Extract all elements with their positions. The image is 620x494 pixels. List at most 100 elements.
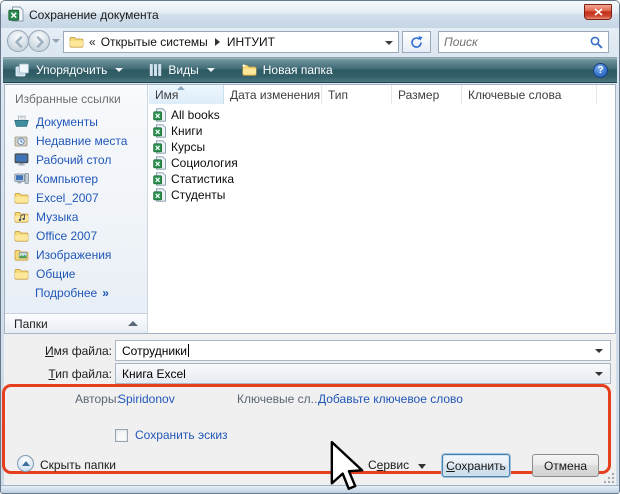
file-name-label: Имя файла: (32, 344, 112, 358)
chevron-down-icon[interactable] (595, 372, 603, 376)
views-menu-button[interactable]: Виды (143, 59, 220, 81)
search-input[interactable] (444, 33, 584, 51)
file-name: Курсы (171, 140, 205, 154)
organize-menu-button[interactable]: Упорядочить (9, 59, 129, 81)
breadcrumb-bar[interactable]: « Открытые системы ИНТУИТ (63, 31, 399, 53)
more-links[interactable]: Подробнее » (5, 283, 147, 303)
breadcrumb-overflow[interactable]: « (89, 35, 96, 49)
sidebar-item-label: Документы (36, 115, 98, 129)
column-headers: Имя Дата изменения Тип Размер Ключевые с… (149, 85, 615, 104)
file-name-value: Сотрудники (122, 344, 187, 358)
save-button[interactable]: Сохранить (442, 454, 510, 477)
breadcrumb-separator-icon[interactable] (215, 38, 220, 46)
folder-icon (14, 230, 29, 242)
sidebar-item-public[interactable]: Общие (5, 264, 147, 283)
add-keyword-link[interactable]: Добавьте ключевое слово (318, 392, 463, 406)
breadcrumb-segment[interactable]: ИНТУИТ (227, 35, 275, 49)
hide-folders-label[interactable]: Скрыть папки (40, 458, 116, 472)
column-header-type[interactable]: Тип (322, 85, 392, 104)
column-header-size[interactable]: Размер (392, 85, 462, 104)
organize-label: Упорядочить (36, 63, 107, 77)
views-icon (149, 63, 162, 77)
column-header-name[interactable]: Имя (149, 85, 224, 104)
keywords-label: Ключевые сл... (237, 392, 321, 406)
column-header-date-modified[interactable]: Дата изменения (224, 85, 322, 104)
folder-icon (14, 268, 29, 280)
excel-workbook-icon (153, 172, 166, 186)
favorites-sidebar: Избранные ссылки Документы Недавние мест… (5, 85, 148, 333)
more-label: Подробнее (35, 286, 97, 300)
chevron-down-icon[interactable] (595, 349, 603, 353)
chevron-up-icon (128, 321, 138, 326)
tools-dropdown-icon[interactable] (418, 464, 426, 469)
recent-pages-chevron-icon[interactable] (52, 39, 60, 43)
close-button[interactable] (584, 4, 612, 20)
file-row[interactable]: Студенты (149, 187, 615, 203)
sort-ascending-icon (177, 86, 185, 90)
file-row[interactable]: All books (149, 107, 615, 123)
folders-label: Папки (14, 317, 48, 331)
file-type-value: Книга Excel (122, 367, 186, 381)
save-thumbnail-label[interactable]: Сохранить эскиз (135, 428, 228, 442)
file-name: All books (171, 108, 220, 122)
back-arrow-icon (12, 35, 26, 49)
sidebar-item-recent-places[interactable]: Недавние места (5, 131, 147, 150)
sidebar-item-pictures[interactable]: Изображения (5, 245, 147, 264)
sidebar-item-desktop[interactable]: Рабочий стол (5, 150, 147, 169)
forward-button[interactable] (28, 30, 50, 52)
excel-app-icon (8, 6, 24, 22)
file-row[interactable]: Статистика (149, 171, 615, 187)
music-folder-icon (14, 211, 29, 223)
save-thumbnail-checkbox[interactable] (115, 429, 128, 442)
save-document-dialog: Сохранение документа « Открытые сист (0, 0, 620, 494)
file-name-input[interactable]: Сотрудники (115, 340, 611, 361)
back-button[interactable] (7, 30, 29, 52)
address-dropdown-icon[interactable] (385, 41, 393, 45)
save-controls-area: Имя файла: Сотрудники Тип файла: Книга E… (4, 334, 616, 487)
folder-icon (69, 36, 84, 48)
sidebar-item-label: Музыка (36, 210, 78, 224)
cancel-button[interactable]: Отмена (532, 454, 599, 477)
window-title: Сохранение документа (29, 8, 159, 22)
sidebar-item-label: Общие (36, 267, 75, 281)
chevron-down-icon (207, 68, 215, 72)
excel-workbook-icon (153, 156, 166, 170)
refresh-button[interactable] (402, 31, 431, 53)
sidebar-item-computer[interactable]: Компьютер (5, 169, 147, 188)
new-folder-button[interactable]: Новая папка (235, 59, 339, 81)
search-box[interactable] (438, 31, 609, 53)
hide-folders-button[interactable] (17, 455, 34, 472)
file-row[interactable]: Социология (149, 155, 615, 171)
file-list-pane: Имя Дата изменения Тип Размер Ключевые с… (149, 85, 615, 333)
resize-grip[interactable] (603, 472, 615, 484)
sidebar-item-label: Недавние места (36, 134, 127, 148)
file-name: Студенты (171, 188, 225, 202)
column-header-keywords[interactable]: Ключевые слова (462, 85, 597, 104)
file-name: Книги (171, 124, 202, 138)
text-cursor (188, 344, 189, 357)
new-folder-label: Новая папка (263, 63, 333, 77)
sidebar-item-office-2007[interactable]: Office 2007 (5, 226, 147, 245)
computer-icon (14, 172, 29, 185)
file-name: Статистика (171, 172, 234, 186)
tools-menu-button[interactable]: Сервис (368, 458, 409, 472)
file-type-select[interactable]: Книга Excel (115, 363, 611, 384)
chevron-up-icon (22, 461, 30, 466)
file-row[interactable]: Книги (149, 123, 615, 139)
file-row[interactable]: Курсы (149, 139, 615, 155)
help-icon[interactable]: ? (593, 63, 608, 78)
sidebar-item-label: Рабочий стол (36, 153, 111, 167)
sidebar-item-excel-2007[interactable]: Excel_2007 (5, 188, 147, 207)
address-row: « Открытые системы ИНТУИТ (1, 29, 619, 55)
file-rows: All books Книги Курсы (149, 104, 615, 203)
help-glyph: ? (597, 65, 603, 76)
sidebar-item-music[interactable]: Музыка (5, 207, 147, 226)
excel-workbook-icon (153, 140, 166, 154)
sidebar-item-documents[interactable]: Документы (5, 112, 147, 131)
search-icon[interactable] (590, 36, 603, 49)
authors-value-link[interactable]: Spiridonov (118, 392, 175, 406)
title-bar: Сохранение документа (1, 1, 619, 28)
breadcrumb-segment[interactable]: Открытые системы (101, 35, 208, 49)
authors-label: Авторы: (75, 392, 120, 406)
folders-expander[interactable]: Папки (5, 313, 147, 333)
